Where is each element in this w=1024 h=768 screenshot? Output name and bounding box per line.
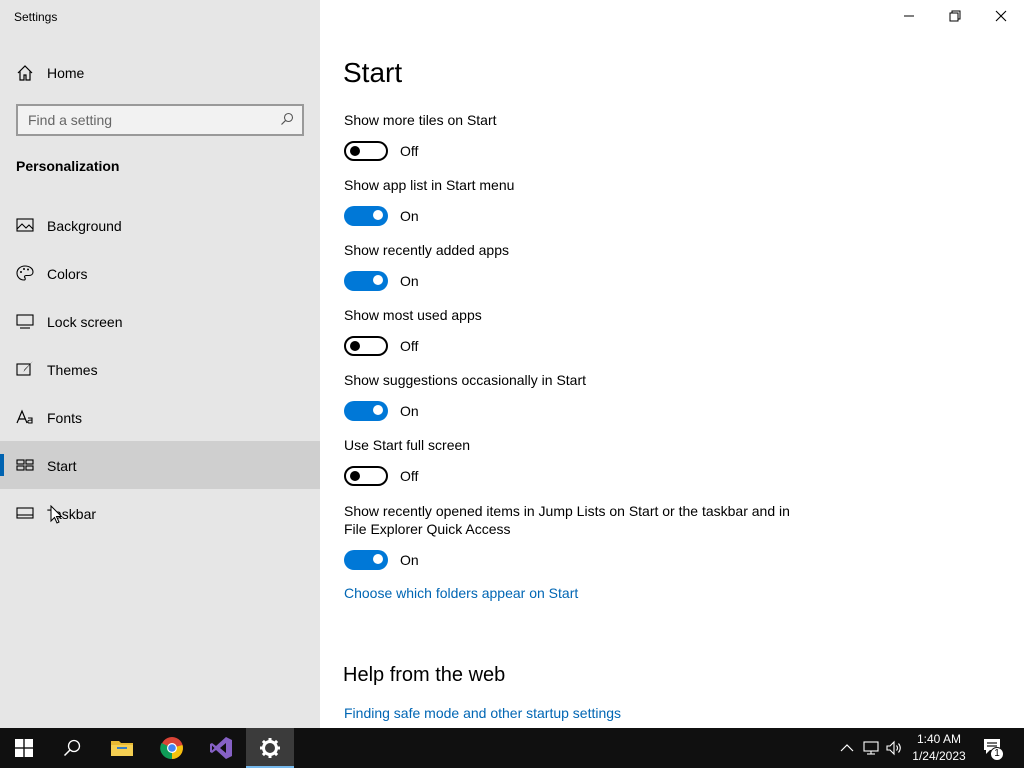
setting-most-used: Show most used apps Off (344, 306, 804, 360)
minimize-icon (904, 15, 914, 17)
palette-icon (16, 265, 34, 281)
setting-more-tiles: Show more tiles on Start Off (344, 111, 804, 165)
monitor-lock-icon (16, 314, 34, 329)
sidebar-item-label: Background (47, 218, 122, 234)
taskbar-icon (16, 507, 34, 519)
sidebar: Settings Home Personalization Background… (0, 0, 320, 728)
close-button[interactable] (978, 0, 1024, 32)
section-title: Personalization (16, 158, 120, 174)
toggle-state: Off (400, 338, 419, 354)
minimize-button[interactable] (886, 0, 932, 32)
toggle-state: On (400, 208, 419, 224)
home-icon (17, 65, 33, 81)
chrome-icon (160, 737, 183, 760)
setting-suggestions: Show suggestions occasionally in Start O… (344, 371, 804, 425)
picture-icon (16, 218, 34, 232)
toggle-knob (373, 554, 383, 564)
toggle-state: On (400, 552, 419, 568)
toggle-state: On (400, 273, 419, 289)
start-button[interactable] (0, 728, 48, 768)
taskbar-search-button[interactable] (48, 728, 96, 768)
toggle-knob (350, 341, 360, 351)
setting-full-screen: Use Start full screen Off (344, 436, 804, 490)
toggle-state: On (400, 403, 419, 419)
taskbar-file-explorer[interactable] (98, 728, 146, 768)
toggle-switch[interactable] (344, 336, 388, 356)
taskbar: 1:40 AM 1/24/2023 1 (0, 728, 1024, 768)
clock-date: 1/24/2023 (912, 749, 966, 763)
mouse-cursor-icon (50, 505, 63, 524)
sidebar-item-label: Colors (47, 266, 88, 282)
sidebar-item-label: Themes (47, 362, 98, 378)
help-title: Help from the web (343, 664, 506, 686)
chevron-up-icon[interactable] (839, 740, 855, 756)
brush-icon (16, 361, 33, 376)
visual-studio-icon (210, 737, 232, 759)
close-icon (995, 10, 1007, 22)
clock-time: 1:40 AM (916, 732, 962, 746)
toggle-switch[interactable] (344, 401, 388, 421)
toggle-state: Off (400, 468, 419, 484)
file-explorer-icon (111, 741, 133, 756)
choose-folders-link[interactable]: Choose which folders appear on Start (344, 585, 578, 601)
toggle-knob (373, 210, 383, 220)
setting-label: Show most used apps (344, 307, 482, 323)
search-input[interactable] (18, 106, 278, 134)
font-icon (16, 409, 33, 424)
search-icon (63, 739, 81, 757)
sidebar-item-fonts[interactable]: Fonts (0, 393, 320, 441)
taskbar-chrome[interactable] (148, 728, 196, 768)
toggle-switch[interactable] (344, 141, 388, 161)
setting-jump-lists: Show recently opened items in Jump Lists… (344, 502, 804, 574)
search-icon[interactable] (280, 112, 294, 126)
toggle-knob (350, 471, 360, 481)
sidebar-home[interactable]: Home (0, 49, 320, 97)
toggle-knob (373, 275, 383, 285)
toggle-switch[interactable] (344, 271, 388, 291)
setting-label: Show recently opened items in Jump Lists… (344, 503, 790, 537)
setting-label: Show more tiles on Start (344, 112, 497, 128)
window-title: Settings (14, 10, 58, 24)
sidebar-item-lock-screen[interactable]: Lock screen (0, 297, 320, 345)
setting-label: Show suggestions occasionally in Start (344, 372, 587, 388)
toggle-knob (373, 405, 383, 415)
toggle-switch[interactable] (344, 466, 388, 486)
taskbar-settings[interactable] (246, 728, 294, 768)
sidebar-item-label: Fonts (47, 410, 83, 426)
network-icon[interactable] (863, 740, 879, 756)
settings-gear-icon (260, 738, 280, 758)
restore-button[interactable] (932, 0, 978, 32)
sidebar-item-themes[interactable]: Themes (0, 345, 320, 393)
start-grid-icon (16, 459, 34, 471)
notification-count: 1 (994, 748, 1000, 759)
sidebar-item-taskbar[interactable]: Taskbar (0, 489, 320, 537)
windows-start-icon (15, 739, 33, 757)
page-title: Start (343, 57, 403, 88)
toggle-switch[interactable] (344, 550, 388, 570)
toggle-switch[interactable] (344, 206, 388, 226)
sidebar-item-label: Start (47, 458, 77, 474)
taskbar-clock[interactable]: 1:40 AM 1/24/2023 (905, 731, 973, 765)
setting-recently-added: Show recently added apps On (344, 241, 804, 295)
help-link-safe-mode[interactable]: Finding safe mode and other startup sett… (344, 705, 621, 721)
sidebar-item-label: Lock screen (47, 314, 123, 330)
toggle-state: Off (400, 143, 419, 159)
sidebar-item-start[interactable]: Start (0, 441, 320, 489)
setting-app-list: Show app list in Start menu On (344, 176, 804, 230)
volume-icon[interactable] (886, 740, 902, 756)
setting-label: Show recently added apps (344, 242, 509, 258)
setting-label: Show app list in Start menu (344, 177, 515, 193)
toggle-knob (350, 146, 360, 156)
action-center-button[interactable]: 1 (980, 728, 1024, 768)
restore-icon (949, 10, 961, 22)
taskbar-visual-studio[interactable] (197, 728, 245, 768)
sidebar-item-colors[interactable]: Colors (0, 249, 320, 297)
sidebar-item-background[interactable]: Background (0, 201, 320, 249)
search-box[interactable] (16, 104, 304, 136)
home-label: Home (47, 65, 85, 81)
setting-label: Use Start full screen (344, 437, 471, 453)
